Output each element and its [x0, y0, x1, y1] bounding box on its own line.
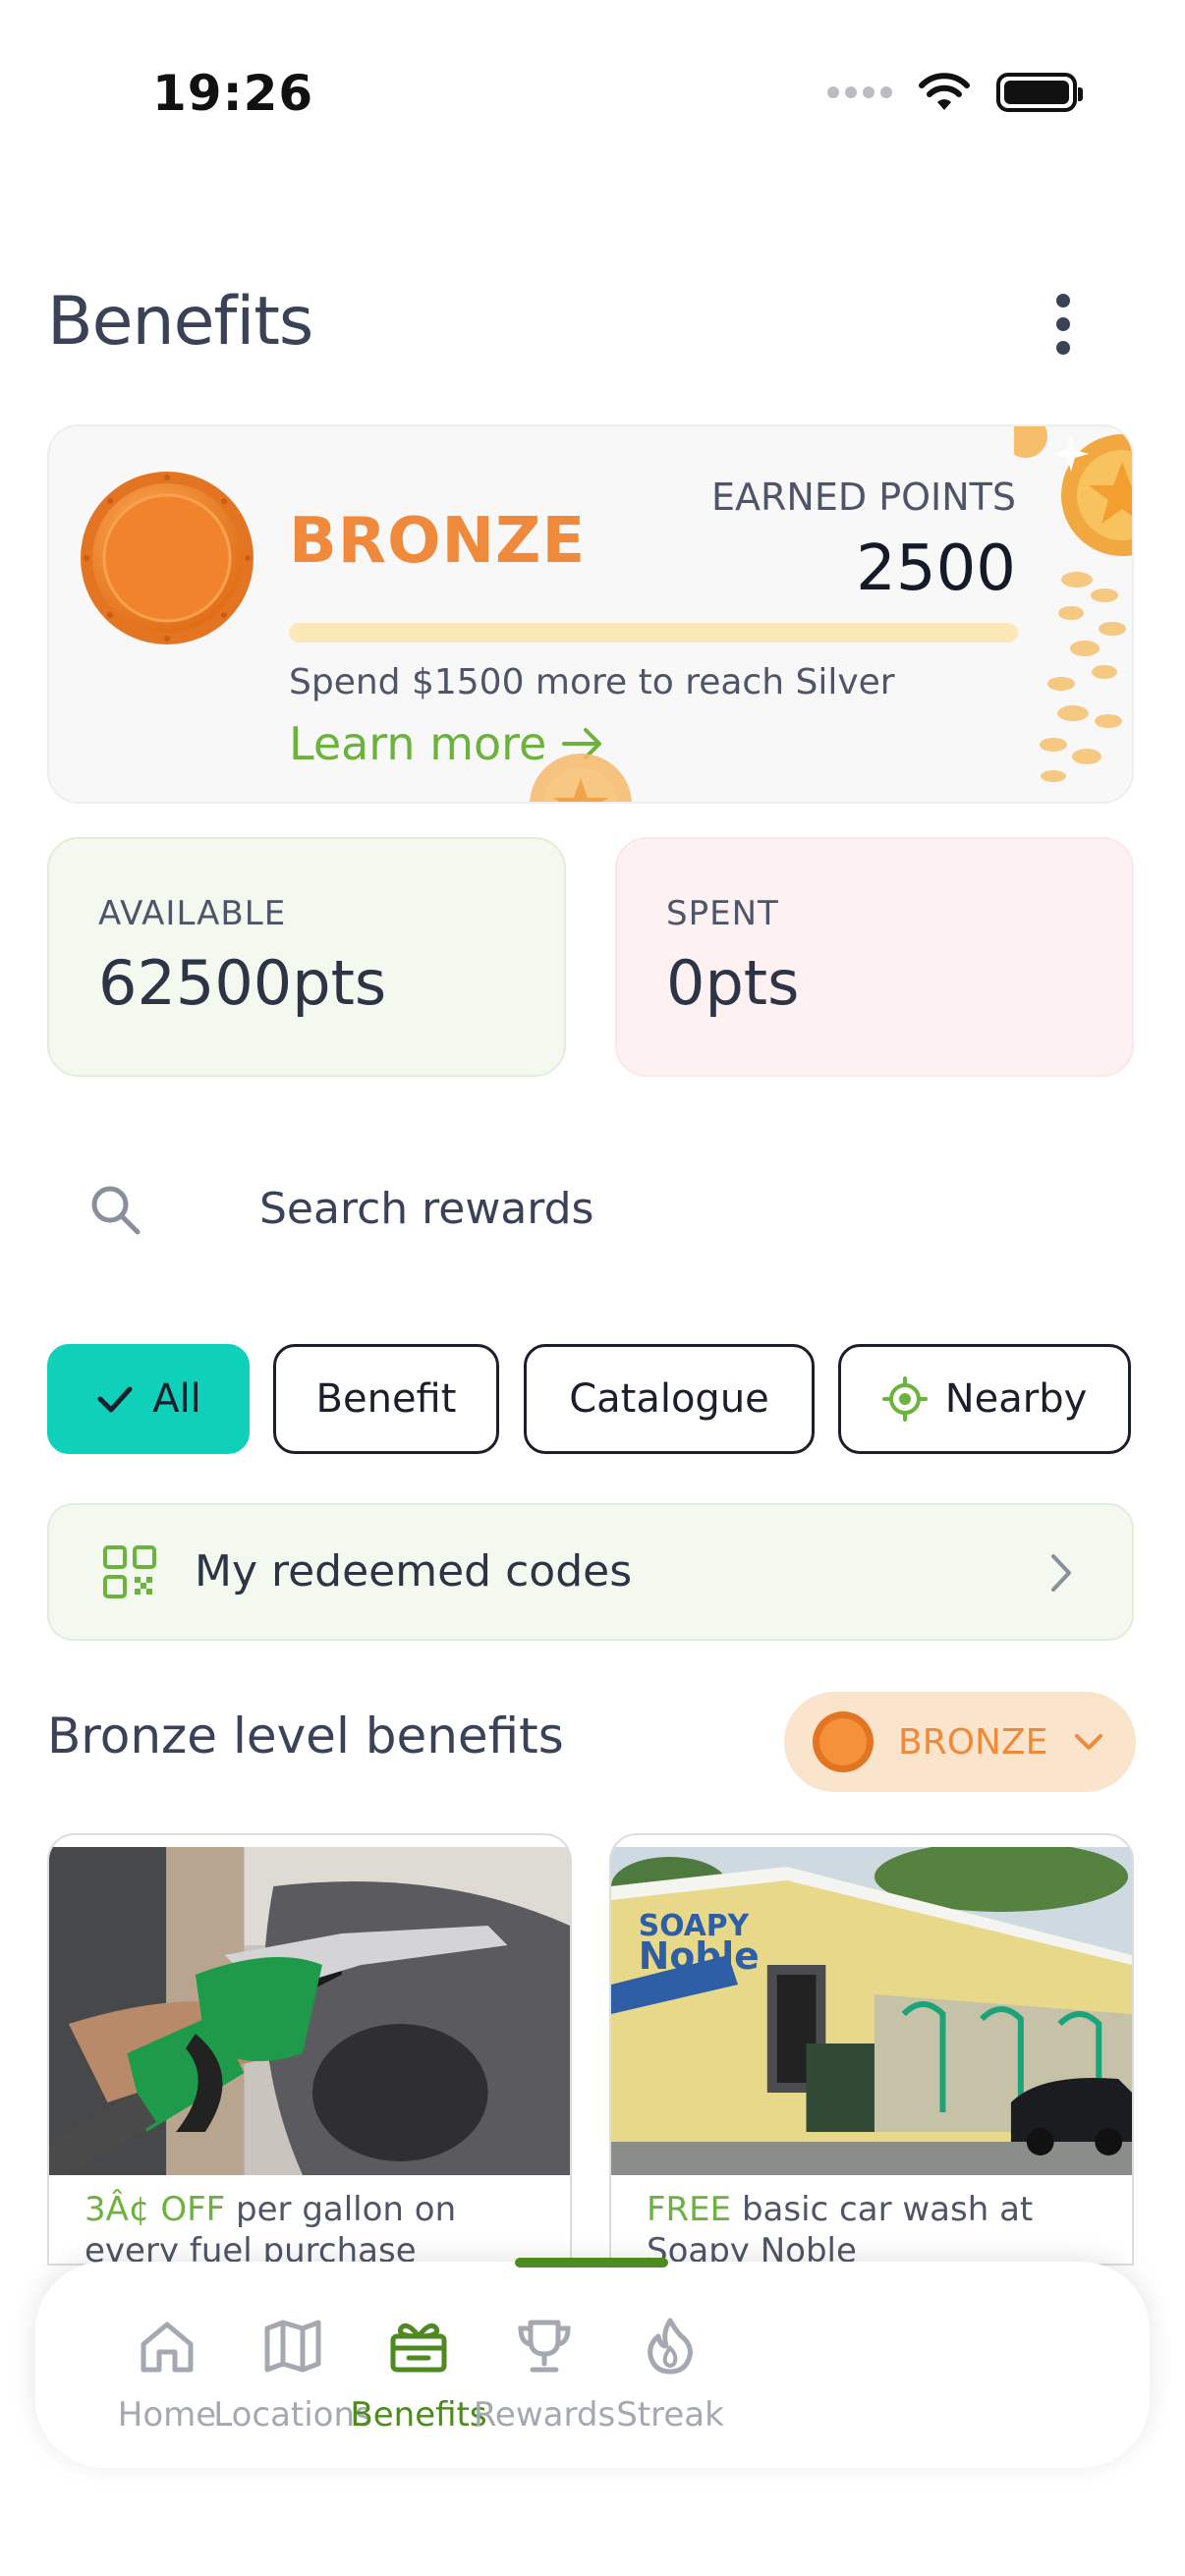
benefit-card-fuel[interactable]: 3Â¢ OFF per gallon on every fuel purchas… [47, 1833, 572, 2266]
spend-to-next-tier-text: Spend $1500 more to reach Silver [289, 662, 895, 702]
status-icons [827, 73, 1083, 112]
nav-label: Streak [616, 2395, 724, 2435]
chevron-right-icon [1051, 1554, 1071, 1592]
redeemed-codes-label: My redeemed codes [195, 1546, 633, 1596]
qr-code-icon [103, 1545, 156, 1598]
filter-chip-label: All [152, 1376, 201, 1422]
spent-value: 0pts [666, 947, 800, 1019]
status-time: 19:26 [152, 65, 314, 122]
svg-text:Noble: Noble [639, 1934, 760, 1978]
filter-chip-benefit[interactable]: Benefit [273, 1344, 499, 1454]
spent-points-card: SPENT 0pts [615, 837, 1134, 1077]
filter-chip-label: Catalogue [569, 1376, 769, 1422]
gift-icon [390, 2323, 447, 2373]
bronze-medal-icon [813, 1711, 874, 1772]
earned-points-value: 2500 [856, 532, 1016, 605]
level-select-dropdown[interactable]: BRONZE [784, 1692, 1136, 1792]
search-input[interactable] [259, 1177, 1104, 1240]
search-bar [47, 1159, 1134, 1258]
search-icon [91, 1186, 141, 1235]
level-select-value: BRONZE [898, 1721, 1048, 1763]
check-icon [97, 1386, 133, 1413]
status-bar: 19:26 [0, 0, 1185, 196]
available-value: 62500pts [98, 947, 387, 1019]
filter-chip-all[interactable]: All [47, 1344, 250, 1454]
earned-points-label: EARNED POINTS [711, 476, 1016, 519]
benefit-highlight: 3Â¢ OFF [85, 2190, 226, 2229]
tier-progress-bar [289, 623, 1018, 643]
benefit-description: 3Â¢ OFF per gallon on every fuel purchas… [85, 2189, 540, 2264]
available-label: AVAILABLE [98, 894, 287, 933]
page-title: Benefits [47, 283, 313, 361]
filter-chip-catalogue[interactable]: Catalogue [524, 1344, 815, 1454]
spent-label: SPENT [666, 894, 779, 933]
nav-active-indicator [515, 2258, 668, 2268]
wifi-icon [919, 73, 970, 110]
battery-icon [996, 73, 1083, 112]
chevron-down-icon [1075, 1734, 1103, 1750]
benefit-description: FREE basic car wash at Soapy Noble [647, 2189, 1102, 2264]
trophy-icon [518, 2320, 571, 2373]
filter-chip-label: Benefit [315, 1376, 457, 1422]
more-dot-icon [1056, 341, 1070, 355]
benefit-card-car-wash[interactable]: SOAPY Noble FREE basic car wash at Soapy… [609, 1833, 1134, 2266]
tier-name: BRONZE [289, 505, 587, 578]
nav-item-streak[interactable]: Streak [572, 2315, 768, 2435]
more-dot-icon [1056, 317, 1070, 331]
available-points-card: AVAILABLE 62500pts [47, 837, 566, 1077]
section-title: Bronze level benefits [47, 1708, 564, 1764]
more-options-button[interactable] [1032, 285, 1095, 364]
coins-decoration-icon [1014, 426, 1132, 782]
filter-chip-nearby[interactable]: Nearby [838, 1344, 1131, 1454]
more-dot-icon [1056, 294, 1070, 308]
filter-chip-label: Nearby [944, 1376, 1088, 1422]
redeemed-codes-row[interactable]: My redeemed codes [47, 1503, 1134, 1641]
location-target-icon [881, 1376, 928, 1422]
tier-card: BRONZE EARNED POINTS 2500 Spend $1500 mo… [47, 424, 1134, 804]
car-wash-building-image: SOAPY Noble [611, 1847, 1132, 2175]
coin-decoration-icon [530, 754, 632, 802]
flame-icon [648, 2318, 693, 2375]
home-icon [141, 2322, 194, 2373]
cellular-signal-icon [827, 86, 892, 98]
benefit-highlight: FREE [647, 2190, 732, 2229]
fuel-nozzle-image [49, 1847, 570, 2175]
bottom-navigation: Home Locations Benefits Rewards Streak [35, 2258, 1150, 2468]
learn-more-label: Learn more [289, 717, 547, 770]
bronze-medal-icon [81, 472, 254, 644]
map-icon [264, 2320, 321, 2373]
